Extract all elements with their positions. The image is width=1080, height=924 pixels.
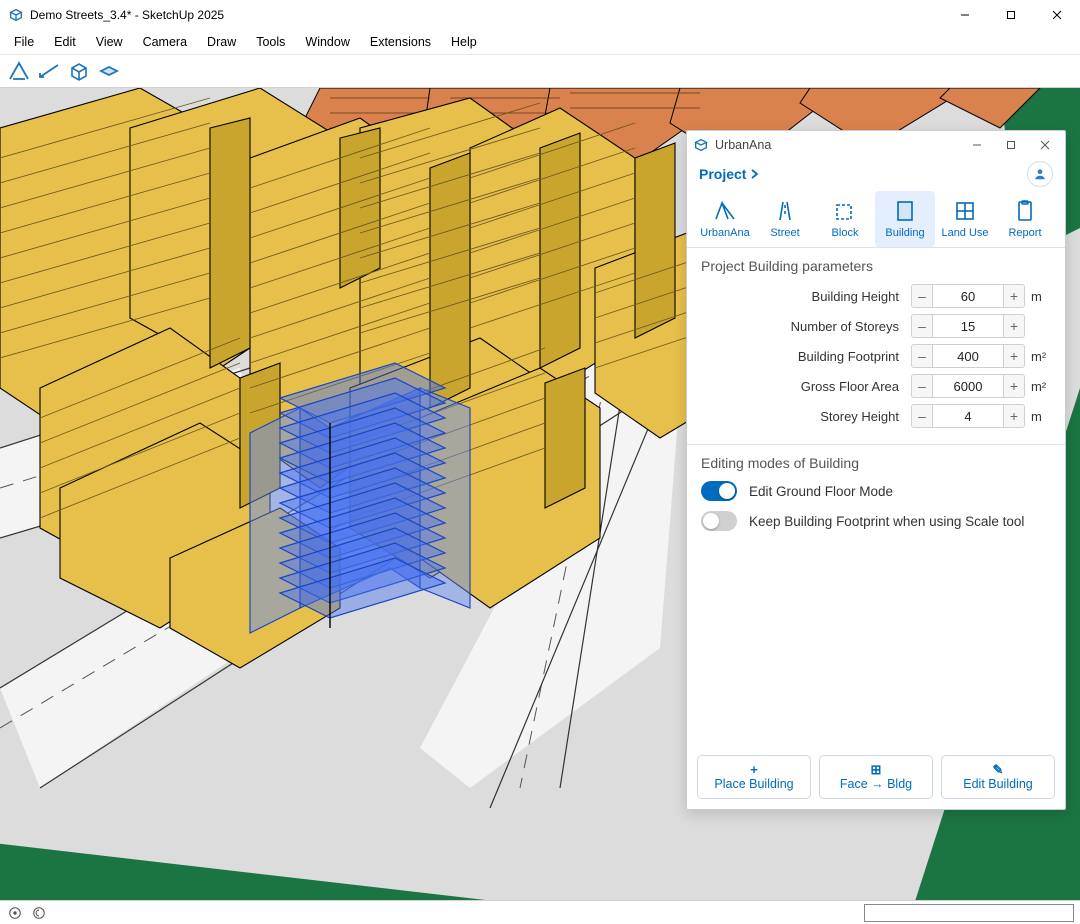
menu-camera[interactable]: Camera bbox=[133, 33, 197, 51]
toggle-label: Keep Building Footprint when using Scale… bbox=[749, 514, 1024, 529]
app-icon bbox=[8, 7, 24, 23]
tab-landuse[interactable]: Land Use bbox=[935, 191, 995, 247]
window-titlebar: Demo Streets_3.4* - SketchUp 2025 bbox=[0, 0, 1080, 30]
tab-urbanana[interactable]: UrbanAna bbox=[695, 191, 755, 247]
panel-minimize-button[interactable] bbox=[963, 132, 991, 158]
measurements-input[interactable] bbox=[864, 904, 1074, 922]
param-label: Gross Floor Area bbox=[701, 379, 911, 394]
status-geolocation-icon[interactable] bbox=[6, 904, 24, 922]
section-title-params: Project Building parameters bbox=[701, 258, 1051, 274]
button-label: Face → Bldg bbox=[840, 777, 912, 791]
breadcrumb-label: Project bbox=[699, 166, 746, 182]
param-gross-floor-area: Gross Floor Area – 6000 + m² bbox=[701, 374, 1051, 398]
increment-button[interactable]: + bbox=[1003, 374, 1025, 398]
menu-window[interactable]: Window bbox=[295, 33, 359, 51]
menu-edit[interactable]: Edit bbox=[44, 33, 86, 51]
decrement-button[interactable]: – bbox=[911, 344, 933, 368]
tab-block[interactable]: Block bbox=[815, 191, 875, 247]
toggle-edit-ground-floor[interactable] bbox=[701, 481, 737, 501]
tab-report[interactable]: Report bbox=[995, 191, 1055, 247]
close-button[interactable] bbox=[1034, 0, 1080, 30]
menu-bar: File Edit View Camera Draw Tools Window … bbox=[0, 30, 1080, 54]
panel-app-icon bbox=[693, 137, 709, 153]
button-label: Edit Building bbox=[963, 777, 1033, 791]
decrement-button[interactable]: – bbox=[911, 374, 933, 398]
breadcrumb-project[interactable]: Project bbox=[699, 166, 760, 182]
panel-maximize-button[interactable] bbox=[997, 132, 1025, 158]
menu-draw[interactable]: Draw bbox=[197, 33, 246, 51]
param-value[interactable]: 400 bbox=[933, 344, 1003, 368]
param-building-height: Building Height – 60 + m bbox=[701, 284, 1051, 308]
panel-title: UrbanAna bbox=[715, 138, 771, 152]
face-to-building-button[interactable]: ⊞ Face → Bldg bbox=[819, 755, 933, 799]
increment-button[interactable]: + bbox=[1003, 344, 1025, 368]
param-storey-height: Storey Height – 4 + m bbox=[701, 404, 1051, 428]
toolbar-tool-1[interactable] bbox=[5, 57, 33, 85]
pencil-icon: ✎ bbox=[993, 763, 1004, 777]
status-credits-icon[interactable] bbox=[30, 904, 48, 922]
tab-building[interactable]: Building bbox=[875, 191, 935, 247]
status-bar bbox=[0, 900, 1080, 924]
param-building-footprint: Building Footprint – 400 + m² bbox=[701, 344, 1051, 368]
toggle-keep-footprint[interactable] bbox=[701, 511, 737, 531]
param-unit: m² bbox=[1025, 349, 1051, 364]
plus-icon: + bbox=[750, 763, 758, 777]
face-icon: ⊞ bbox=[871, 763, 882, 777]
panel-close-button[interactable] bbox=[1031, 132, 1059, 158]
decrement-button[interactable]: – bbox=[911, 314, 933, 338]
menu-file[interactable]: File bbox=[4, 33, 44, 51]
param-label: Storey Height bbox=[701, 409, 911, 424]
param-number-of-storeys: Number of Storeys – 15 + bbox=[701, 314, 1051, 338]
menu-extensions[interactable]: Extensions bbox=[360, 33, 441, 51]
decrement-button[interactable]: – bbox=[911, 404, 933, 428]
param-value[interactable]: 15 bbox=[933, 314, 1003, 338]
urbanana-panel: UrbanAna Project UrbanAna Street Block bbox=[686, 130, 1066, 810]
panel-tabs: UrbanAna Street Block Building Land Use … bbox=[687, 189, 1065, 247]
button-label: Place Building bbox=[714, 777, 793, 791]
edit-building-button[interactable]: ✎ Edit Building bbox=[941, 755, 1055, 799]
tab-label: Block bbox=[832, 227, 859, 239]
place-building-button[interactable]: + Place Building bbox=[697, 755, 811, 799]
tab-label: Land Use bbox=[941, 227, 988, 239]
increment-button[interactable]: + bbox=[1003, 314, 1025, 338]
param-label: Number of Storeys bbox=[701, 319, 911, 334]
toolbar-tool-2[interactable] bbox=[35, 57, 63, 85]
param-unit: m bbox=[1025, 289, 1051, 304]
toolbar-tool-3[interactable] bbox=[65, 57, 93, 85]
param-value[interactable]: 4 bbox=[933, 404, 1003, 428]
toolbar-tool-4[interactable] bbox=[95, 57, 123, 85]
panel-titlebar[interactable]: UrbanAna bbox=[687, 131, 1065, 159]
param-unit: m² bbox=[1025, 379, 1051, 394]
section-title-modes: Editing modes of Building bbox=[701, 455, 1051, 471]
param-value[interactable]: 60 bbox=[933, 284, 1003, 308]
tab-label: Report bbox=[1008, 227, 1041, 239]
menu-help[interactable]: Help bbox=[441, 33, 487, 51]
param-label: Building Height bbox=[701, 289, 911, 304]
increment-button[interactable]: + bbox=[1003, 404, 1025, 428]
chevron-right-icon bbox=[750, 169, 760, 179]
toggle-label: Edit Ground Floor Mode bbox=[749, 484, 893, 499]
tab-label: UrbanAna bbox=[700, 227, 750, 239]
minimize-button[interactable] bbox=[942, 0, 988, 30]
menu-view[interactable]: View bbox=[86, 33, 133, 51]
increment-button[interactable]: + bbox=[1003, 284, 1025, 308]
maximize-button[interactable] bbox=[988, 0, 1034, 30]
tab-label: Street bbox=[770, 227, 799, 239]
toolbar bbox=[0, 54, 1080, 88]
decrement-button[interactable]: – bbox=[911, 284, 933, 308]
menu-tools[interactable]: Tools bbox=[246, 33, 295, 51]
user-avatar-button[interactable] bbox=[1027, 161, 1053, 187]
tab-street[interactable]: Street bbox=[755, 191, 815, 247]
param-value[interactable]: 6000 bbox=[933, 374, 1003, 398]
param-unit: m bbox=[1025, 409, 1051, 424]
tab-label: Building bbox=[885, 227, 924, 239]
window-title: Demo Streets_3.4* - SketchUp 2025 bbox=[30, 8, 224, 22]
param-label: Building Footprint bbox=[701, 349, 911, 364]
